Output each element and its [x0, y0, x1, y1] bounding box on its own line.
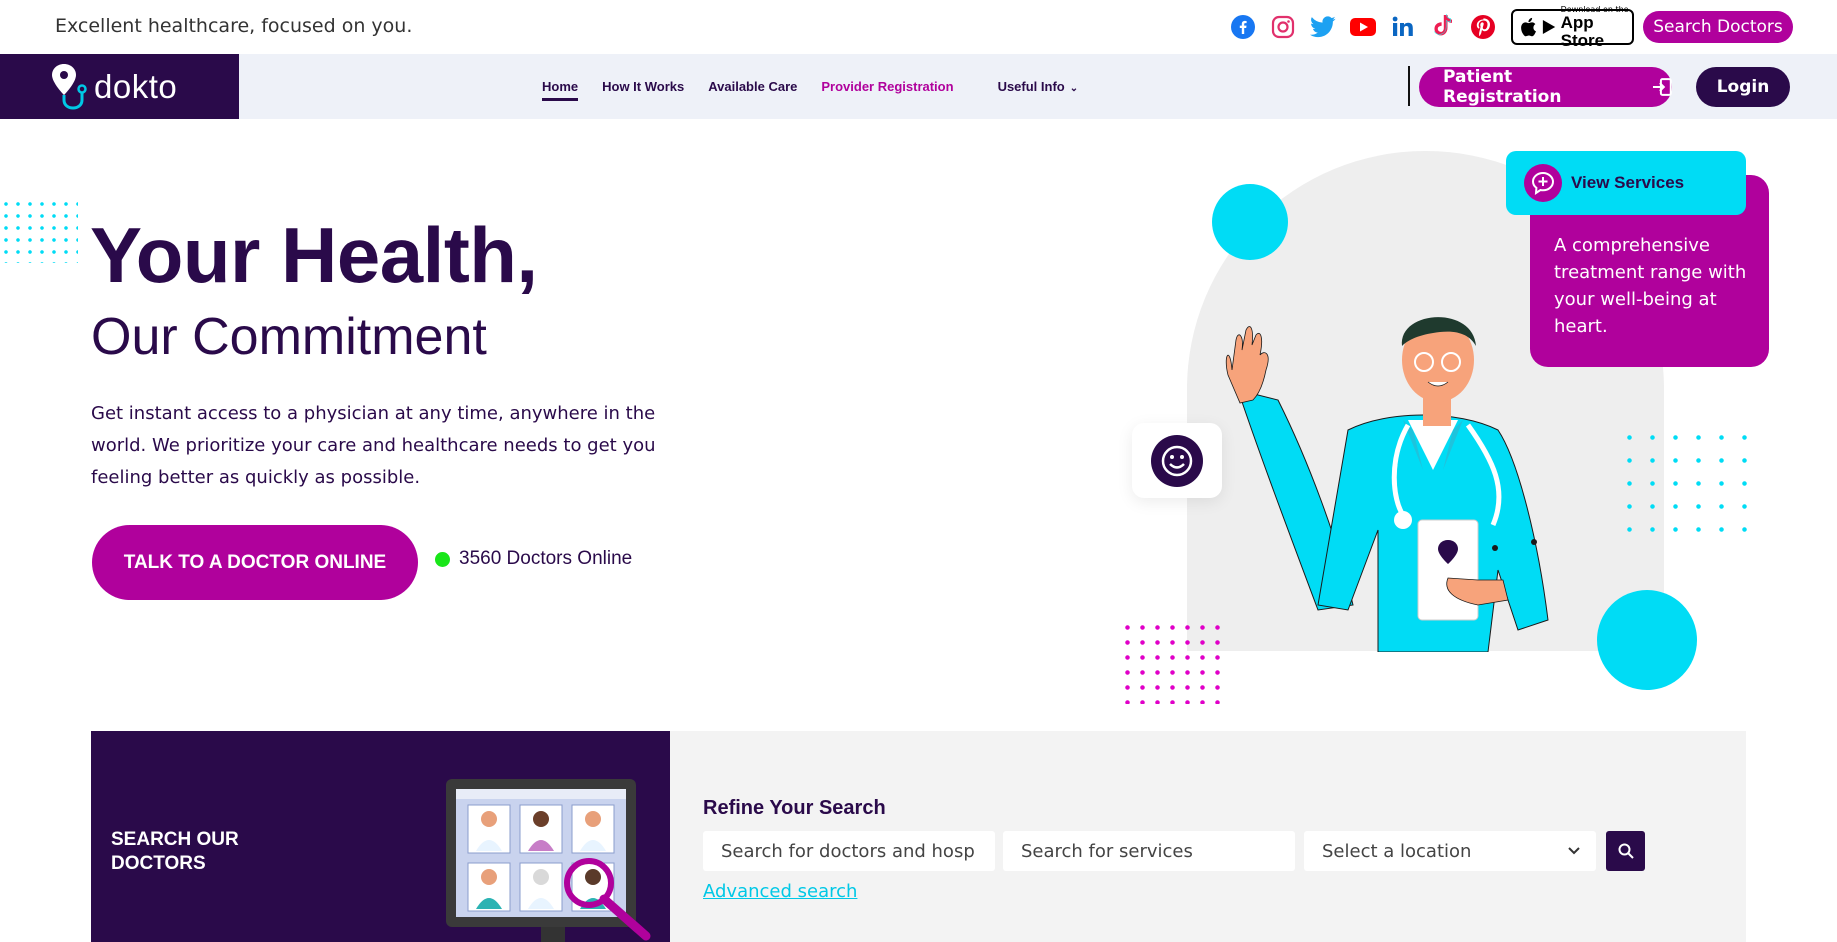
facebook-icon[interactable] — [1230, 14, 1256, 40]
app-store-label: App Store — [1560, 12, 1605, 50]
nav-useful-info[interactable]: Useful Info ⌄ — [998, 79, 1079, 94]
search-icon — [1618, 843, 1634, 859]
view-services-button[interactable]: View Services — [1506, 151, 1746, 215]
top-bar: Excellent healthcare, focused on you. Do… — [0, 0, 1837, 54]
patient-registration-label: Patient Registration — [1443, 67, 1562, 107]
nav-useful-info-label: Useful Info — [997, 79, 1065, 94]
patient-registration-button[interactable]: Patient Registration — [1419, 67, 1672, 107]
hero-title: Your Health, — [90, 211, 538, 299]
nav-provider-registration[interactable]: Provider Registration — [821, 79, 953, 94]
decorative-circle — [1597, 590, 1697, 690]
doctors-online-count: 3560 Doctors Online — [459, 548, 633, 569]
instagram-icon[interactable] — [1270, 14, 1296, 40]
decorative-dots-pink — [1120, 620, 1220, 704]
decorative-dots-right — [1618, 426, 1750, 534]
play-icon — [1542, 19, 1555, 35]
monitor-doctors-illustration — [446, 779, 651, 942]
decorative-circle — [1212, 184, 1288, 260]
search-doctors-button[interactable]: Search Doctors — [1643, 11, 1793, 43]
login-button[interactable]: Login — [1696, 67, 1790, 107]
chat-plus-icon — [1524, 164, 1562, 202]
doctors-online-status: 3560 Doctors Online — [435, 548, 632, 570]
logo-wordmark: dokto — [94, 67, 178, 105]
nav-how-it-works[interactable]: How It Works — [602, 79, 684, 94]
advanced-search-link[interactable]: Advanced search — [703, 881, 857, 902]
app-store-badge[interactable]: Download on the App Store — [1511, 5, 1634, 49]
chevron-down-icon — [1568, 847, 1580, 855]
chevron-down-icon: ⌄ — [1069, 83, 1079, 94]
nav-home[interactable]: Home — [542, 79, 579, 101]
decorative-dots-left — [0, 198, 78, 263]
refine-search-panel: Refine Your Search Search for doctors an… — [670, 731, 1746, 942]
main-nav: dokto Home How It Works Available Care P… — [0, 54, 1837, 119]
tagline: Excellent healthcare, focused on you. — [55, 15, 413, 37]
logo-pin-stethoscope-icon — [52, 63, 87, 110]
search-submit-button[interactable] — [1606, 831, 1645, 871]
online-dot-icon — [435, 551, 450, 567]
nav-available-care[interactable]: Available Care — [708, 79, 797, 94]
view-services-label: View Services — [1571, 173, 1685, 192]
tiktok-icon[interactable] — [1430, 14, 1456, 40]
refine-search-title: Refine Your Search — [703, 797, 886, 819]
location-select[interactable]: Select a location — [1304, 831, 1596, 871]
talk-to-doctor-button[interactable]: TALK TO A DOCTOR ONLINE — [92, 525, 418, 600]
nav-divider — [1408, 66, 1410, 106]
twitter-icon[interactable] — [1310, 14, 1336, 40]
search-section-title-line2: DOCTORS — [111, 853, 206, 874]
pinterest-icon[interactable] — [1470, 14, 1496, 40]
apple-icon — [1521, 17, 1536, 37]
smiley-card — [1132, 423, 1222, 498]
hero-description: Get instant access to a physician at any… — [91, 403, 656, 488]
services-search-input[interactable]: Search for services — [1003, 831, 1295, 871]
location-select-value: Select a location — [1322, 840, 1472, 862]
search-doctors-panel: SEARCH OUR DOCTORS — [91, 731, 670, 942]
smiley-icon — [1151, 434, 1203, 487]
hero-subtitle: Our Commitment — [91, 308, 487, 366]
sign-in-icon — [1653, 78, 1672, 96]
logo[interactable]: dokto — [0, 54, 239, 119]
nav-links: Home How It Works Available Care Provide… — [542, 54, 1102, 119]
search-section-title-line1: SEARCH OUR — [111, 829, 239, 850]
doctor-search-input[interactable]: Search for doctors and hosp — [703, 831, 995, 871]
linkedin-icon[interactable] — [1390, 14, 1416, 40]
social-links — [1230, 12, 1496, 42]
youtube-icon[interactable] — [1350, 14, 1376, 40]
search-section-title: SEARCH OUR DOCTORS — [111, 828, 239, 876]
services-description: A comprehensive treatment range with you… — [1554, 235, 1747, 337]
